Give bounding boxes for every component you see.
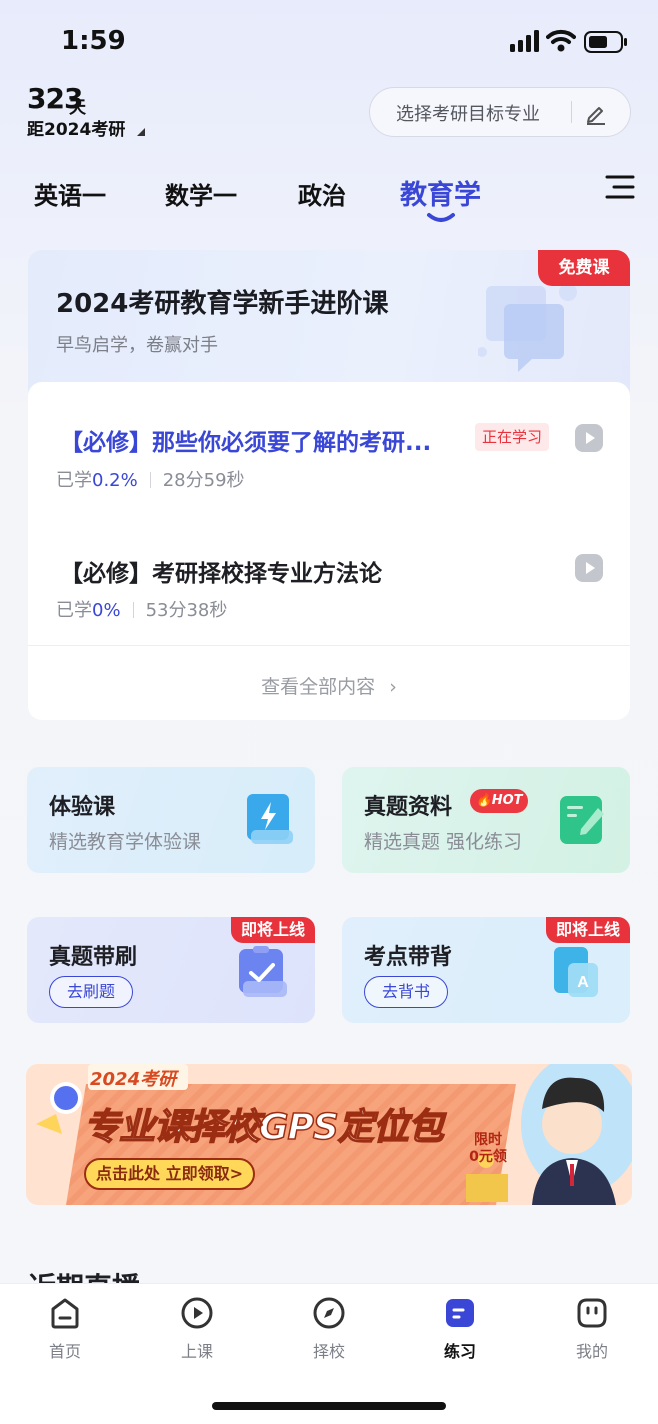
tab-math[interactable]: 数学一 (165, 176, 237, 211)
learned-label: 已学 (56, 470, 92, 491)
chevron-right-icon: › (389, 676, 397, 698)
flashcard-icon: A (554, 947, 598, 997)
hot-badge-label: HOT (491, 793, 523, 808)
compass-icon (313, 1297, 345, 1329)
tile-title: 真题资料 (364, 795, 453, 820)
progress-value: 0% (92, 600, 121, 621)
meta-divider (149, 472, 151, 488)
target-major-label: 选择考研目标专业 (396, 104, 540, 125)
nav-label: 练习 (443, 1342, 476, 1361)
progress-value: 0.2% (92, 470, 138, 491)
trial-course-tile[interactable]: 体验课 精选教育学体验课 (27, 767, 315, 873)
tile-title: 体验课 (49, 795, 116, 820)
duration: 28分59秒 (162, 470, 245, 491)
practice-icon (446, 1299, 474, 1327)
tile-title: 考点带背 (364, 945, 453, 970)
promo-banner[interactable]: 2024考研 专业课择校GPS定位包 点击此处 立即领取> 限时 0元领 (26, 1064, 632, 1205)
play-circle-icon (181, 1297, 213, 1329)
lesson-title[interactable]: 【必修】那些你必须要了解的考研... (60, 423, 431, 457)
promo-line-2: 0元领 (469, 1149, 507, 1165)
promo-year-tag: 2024考研 (90, 1069, 177, 1090)
tile-subtitle: 精选教育学体验课 (49, 831, 202, 853)
status-time: 1:59 (61, 26, 126, 56)
lightning-book-icon (247, 794, 293, 844)
nav-label: 上课 (180, 1342, 213, 1361)
lesson-meta: 已学0.2% 28分59秒 (56, 466, 245, 492)
nav-label: 首页 (48, 1342, 81, 1361)
notebook-pen-icon (560, 796, 604, 844)
checklist-icon (239, 946, 287, 997)
tile-title: 真题带刷 (49, 945, 138, 970)
pill-divider (571, 101, 572, 123)
tile-subtitle: 精选真题 强化练习 (364, 831, 523, 853)
cellular-signal-icon (510, 30, 539, 52)
countdown-label[interactable]: 距2024考研 (27, 115, 125, 140)
chat-bubble-decoration-icon (478, 283, 577, 372)
profile-face-icon (577, 1298, 607, 1328)
wifi-icon (546, 29, 576, 52)
play-icon[interactable] (575, 554, 603, 582)
lesson-title[interactable]: 【必修】考研择校择专业方法论 (60, 554, 382, 588)
duration: 53分38秒 (145, 600, 228, 621)
go-practice-button[interactable]: 去刷题 (49, 976, 133, 1008)
course-title: 2024考研教育学新手进阶课 (56, 289, 389, 319)
home-icon (51, 1298, 79, 1329)
nav-label: 我的 (575, 1342, 608, 1361)
menu-icon[interactable] (605, 174, 635, 200)
coming-soon-badge: 即将上线 (546, 917, 630, 943)
see-all-label: 查看全部内容 (261, 676, 376, 698)
home-indicator[interactable] (212, 1402, 446, 1410)
nav-home[interactable]: 首页 (25, 1296, 105, 1362)
promo-headline: 专业课择校GPS定位包 (83, 1106, 444, 1149)
coming-soon-badge: 即将上线 (231, 917, 315, 943)
nav-practice[interactable]: 练习 (420, 1296, 500, 1362)
nav-school-select[interactable]: 择校 (289, 1296, 369, 1362)
tab-english[interactable]: 英语一 (34, 176, 106, 211)
promo-line-1: 限时 (474, 1132, 502, 1148)
nav-classes[interactable]: 上课 (157, 1296, 237, 1362)
pencil-icon[interactable] (584, 101, 608, 125)
active-tab-indicator (427, 213, 455, 222)
studying-badge: 正在学习 (475, 423, 550, 451)
promo-cta-button[interactable]: 点击此处 立即领取> (84, 1158, 255, 1190)
free-course-badge: 免费课 (538, 250, 630, 286)
flame-icon: 🔥 (475, 793, 492, 808)
go-memorize-button[interactable]: 去背书 (364, 976, 448, 1008)
hot-badge: 🔥HOT (470, 789, 528, 813)
nav-label: 择校 (312, 1342, 345, 1361)
practice-together-tile[interactable]: 即将上线 真题带刷 去刷题 (27, 917, 315, 1023)
memorize-points-tile[interactable]: 即将上线 考点带背 去背书 A (342, 917, 630, 1023)
exam-year-dropdown-icon[interactable] (137, 128, 145, 136)
tab-politics[interactable]: 政治 (298, 176, 346, 211)
play-icon[interactable] (575, 424, 603, 452)
tab-education[interactable]: 教育学 (400, 173, 481, 212)
nav-profile[interactable]: 我的 (552, 1296, 632, 1362)
lesson-meta: 已学0% 53分38秒 (56, 596, 227, 622)
svg-text:A: A (577, 974, 589, 991)
battery-icon (584, 31, 627, 53)
target-major-selector[interactable]: 选择考研目标专业 (369, 87, 631, 137)
promo-limited-time: 限时 0元领 (460, 1132, 516, 1166)
past-papers-tile[interactable]: 真题资料 🔥HOT 精选真题 强化练习 (342, 767, 630, 873)
see-all-link[interactable]: 查看全部内容 › (0, 672, 658, 699)
card-divider (28, 645, 630, 646)
learned-label: 已学 (56, 600, 92, 621)
meta-divider (132, 602, 134, 618)
course-subtitle: 早鸟启学，卷赢对手 (56, 335, 218, 356)
